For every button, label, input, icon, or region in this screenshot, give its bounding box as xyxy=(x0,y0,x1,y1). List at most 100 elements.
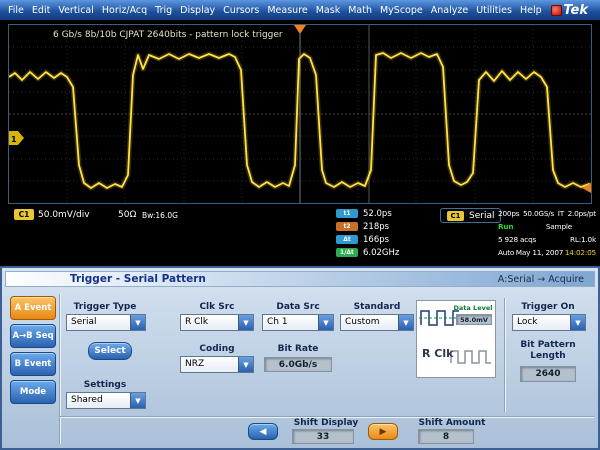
left-arrow-icon: ◀ xyxy=(260,427,267,437)
tab-a-b-seq[interactable]: A→B Seq xyxy=(10,324,56,348)
trigger-on-dropdown[interactable]: Lock ▼ xyxy=(512,314,586,331)
chevron-down-icon[interactable]: ▼ xyxy=(318,315,333,330)
run-state: Run xyxy=(498,222,513,235)
data-src-value: Ch 1 xyxy=(263,315,318,330)
menu-cursors[interactable]: Cursors xyxy=(219,5,263,16)
cursor-freq-value: 6.02GHz xyxy=(363,248,399,258)
channel1-badge[interactable]: C1 xyxy=(14,209,34,220)
serial-pattern-preview: Data Level 58.0mV R Clk xyxy=(416,300,496,378)
bit-rate-label: Bit Rate xyxy=(260,344,336,355)
data-level-label: Data Level xyxy=(450,304,496,312)
acquisition-mode: Sample xyxy=(546,222,572,235)
cursor-readouts: t1 52.0ps t2 218ps Δt 166ps 1/Δt 6.02GHz xyxy=(336,207,399,259)
chevron-down-icon[interactable]: ▼ xyxy=(238,357,253,372)
trigger-on-label: Trigger On xyxy=(508,302,588,313)
chevron-down-icon[interactable]: ▼ xyxy=(398,315,413,330)
menu-vertical[interactable]: Vertical xyxy=(54,5,98,16)
status-bar: C1 50.0mV/div 50Ω Bw:16.0G t1 52.0ps t2 … xyxy=(0,206,600,266)
data-src-dropdown[interactable]: Ch 1 ▼ xyxy=(262,314,334,331)
select-button[interactable]: Select xyxy=(88,342,132,360)
waveform-display: 1 xyxy=(9,25,591,203)
clk-src-dropdown[interactable]: R Clk ▼ xyxy=(180,314,254,331)
channel1-scale[interactable]: 50.0mV/div xyxy=(38,210,90,220)
standard-value: Custom xyxy=(341,315,398,330)
tab-mode[interactable]: Mode xyxy=(10,380,56,404)
bit-pattern-length-label: Bit Pattern Length xyxy=(508,340,588,362)
cursor-readout-row: 1/Δt 6.02GHz xyxy=(336,246,399,259)
cursor-delta-t-value: 166ps xyxy=(363,235,389,245)
channel1-bandwidth: Bw:16.0G xyxy=(142,211,178,220)
shift-amount-readout[interactable]: 8 xyxy=(418,429,474,444)
tab-b-event[interactable]: B Event xyxy=(10,352,56,376)
menu-help[interactable]: Help xyxy=(516,5,546,16)
trigger-status-row: Auto May 11, 2007 14:02:05 xyxy=(498,248,596,261)
menu-math[interactable]: Math xyxy=(344,5,376,16)
sample-rate: 50.0GS/s xyxy=(523,209,554,222)
chevron-down-icon[interactable]: ▼ xyxy=(570,315,585,330)
menu-bar: File Edit Vertical Horiz/Acq Trig Displa… xyxy=(0,0,600,20)
sampling-mode: IT xyxy=(558,209,564,222)
trigger-on-value: Lock xyxy=(513,315,570,330)
coding-label: Coding xyxy=(178,344,256,355)
time: 14:02:05 xyxy=(565,248,596,261)
trigger-type-dropdown[interactable]: Serial ▼ xyxy=(66,314,146,331)
clk-src-label: Clk Src xyxy=(178,302,256,313)
shift-right-button[interactable]: ▶ xyxy=(368,423,398,440)
menu-analyze[interactable]: Analyze xyxy=(427,5,472,16)
bit-rate-readout[interactable]: 6.0Gb/s xyxy=(264,357,332,372)
record-length: RL:1.0k xyxy=(570,235,596,248)
menu-trig[interactable]: Trig xyxy=(151,5,176,16)
menu-file[interactable]: File xyxy=(4,5,28,16)
trigger-control-panel: Trigger - Serial Pattern A:Serial → Acqu… xyxy=(0,266,600,450)
chevron-down-icon[interactable]: ▼ xyxy=(130,393,145,408)
menu-horiz-acq[interactable]: Horiz/Acq xyxy=(98,5,151,16)
tek-logo: Tek xyxy=(563,3,596,18)
menu-utilities[interactable]: Utilities xyxy=(472,5,516,16)
menu-measure[interactable]: Measure xyxy=(263,5,311,16)
oscilloscope-screen: File Edit Vertical Horiz/Acq Trig Displa… xyxy=(0,0,600,450)
section-divider xyxy=(504,298,506,412)
standard-dropdown[interactable]: Custom ▼ xyxy=(340,314,414,331)
menu-edit[interactable]: Edit xyxy=(28,5,54,16)
menu-myscope[interactable]: MyScope xyxy=(376,5,427,16)
channel1-termination: 50Ω xyxy=(118,210,136,220)
standard-label: Standard xyxy=(338,302,416,313)
shift-amount-label: Shift Amount xyxy=(412,418,492,429)
menu-mask[interactable]: Mask xyxy=(312,5,344,16)
horizontal-scale: 200ps xyxy=(498,209,519,222)
cursor-t2-badge: t2 xyxy=(336,222,358,231)
channel1-marker-label: 1 xyxy=(11,135,17,144)
acquisition-state-row: Run Sample xyxy=(498,222,596,235)
coding-dropdown[interactable]: NRZ ▼ xyxy=(180,356,254,373)
trigger-position-marker[interactable] xyxy=(294,25,306,34)
waveform-graticule[interactable]: 1 6 Gb/s 8b/10b CJPAT 2640bits - pattern… xyxy=(8,24,592,204)
trigger-mode: Auto xyxy=(498,248,514,261)
clock-waveform-icon xyxy=(451,351,491,363)
chevron-down-icon[interactable]: ▼ xyxy=(130,315,145,330)
acquisition-count: 5 928 acqs xyxy=(498,235,536,248)
panel-title-bar: Trigger - Serial Pattern A:Serial → Acqu… xyxy=(5,271,595,287)
tab-a-event[interactable]: A Event xyxy=(10,296,56,320)
panel-context: A:Serial → Acquire xyxy=(498,274,594,285)
acquisition-readouts: 200ps 50.0GS/s IT 2.0ps/pt Run Sample 5 … xyxy=(498,209,596,261)
trigger-type-label: Trigger Type xyxy=(62,302,148,313)
data-src-label: Data Src xyxy=(260,302,336,313)
serial-trigger-source-badge[interactable]: C1 Serial xyxy=(440,208,501,223)
resolution: 2.0ps/pt xyxy=(568,209,596,222)
horizontal-readout[interactable]: 200ps 50.0GS/s IT 2.0ps/pt xyxy=(498,209,596,222)
shift-display-readout[interactable]: 33 xyxy=(292,429,354,444)
bit-pattern-length-readout[interactable]: 2640 xyxy=(520,366,576,382)
cursor-readout-row: t1 52.0ps xyxy=(336,207,399,220)
settings-value: Shared xyxy=(67,393,130,408)
cursor-readout-row: Δt 166ps xyxy=(336,233,399,246)
right-arrow-icon: ▶ xyxy=(380,427,387,437)
data-level-readout[interactable]: 58.0mV xyxy=(456,314,492,325)
menu-display[interactable]: Display xyxy=(176,5,219,16)
settings-dropdown[interactable]: Shared ▼ xyxy=(66,392,146,409)
shift-display-label: Shift Display xyxy=(286,418,366,429)
shift-left-button[interactable]: ◀ xyxy=(248,423,278,440)
record-indicator-icon[interactable] xyxy=(551,5,562,16)
chevron-down-icon[interactable]: ▼ xyxy=(238,315,253,330)
serial-label: Serial xyxy=(469,211,494,221)
settings-label: Settings xyxy=(62,380,148,391)
